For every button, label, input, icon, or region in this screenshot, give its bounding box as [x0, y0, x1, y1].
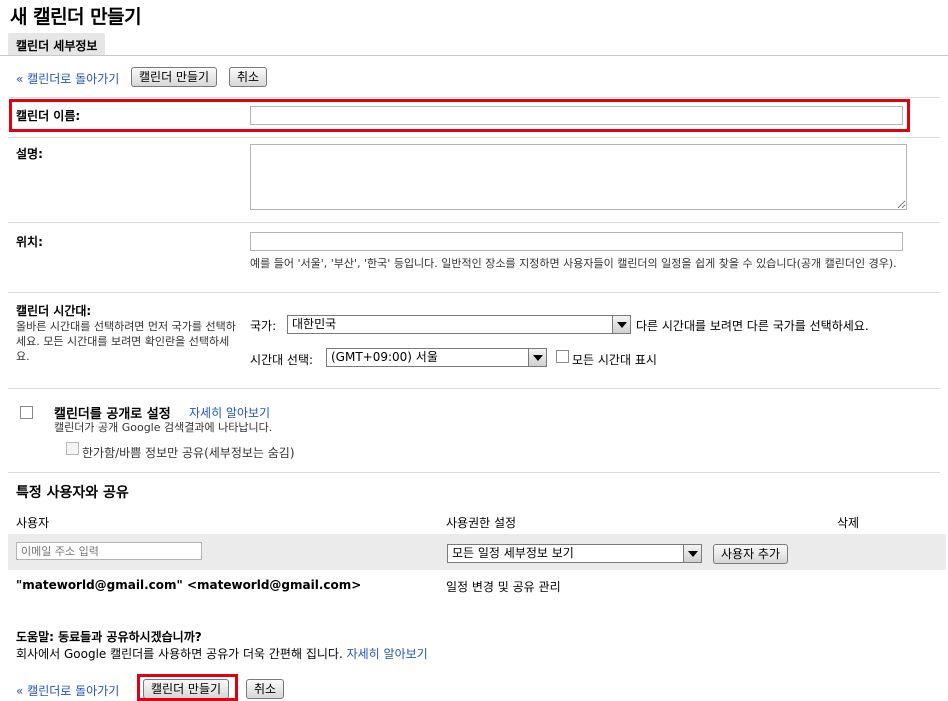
show-all-timezones-label: 모든 시간대 표시 — [572, 353, 657, 367]
freebusy-only-checkbox[interactable] — [66, 442, 79, 455]
help-title: 도움말: 동료들과 공유하시겠습니까? — [16, 630, 202, 644]
divider — [8, 292, 940, 293]
public-calendar-subtext: 캘린더가 공개 Google 검색결과에 나타납니다. — [54, 421, 273, 434]
help-text: 회사에서 Google 캘린더를 사용하면 공유가 더욱 간편해 집니다. 자세… — [16, 645, 428, 662]
dropdown-arrow-icon — [683, 545, 701, 562]
calendar-name-label: 캘린더 이름: — [16, 109, 81, 123]
location-input[interactable] — [250, 232, 903, 251]
timezone-select-value: (GMT+09:00) 서울 — [331, 350, 438, 364]
dropdown-arrow-icon — [528, 349, 546, 366]
description-label: 설명: — [16, 147, 43, 161]
timezone-select-label: 시간대 선택: — [250, 353, 314, 367]
show-all-timezones-checkbox[interactable] — [556, 350, 569, 363]
location-help-text: 예를 들어 '서울', '부산', '한국' 등입니다. 일반적인 장소를 지정… — [250, 257, 897, 270]
cancel-button-bottom[interactable]: 취소 — [246, 679, 285, 699]
tab-divider — [0, 55, 948, 56]
country-select[interactable]: 대한민국 — [287, 315, 631, 334]
calendar-name-input[interactable] — [250, 106, 903, 125]
description-textarea[interactable] — [250, 144, 907, 210]
dropdown-arrow-icon — [612, 316, 630, 333]
timezone-help-text: 올바른 시간대를 선택하려면 먼저 국가를 선택하세요. 모든 시간대를 보려면… — [16, 320, 236, 363]
public-calendar-checkbox[interactable] — [20, 406, 33, 419]
divider — [8, 97, 940, 98]
country-hint-text: 다른 시간대를 보려면 다른 국가를 선택하세요. — [636, 319, 869, 333]
divider — [8, 472, 940, 473]
page-title: 새 캘린더 만들기 — [10, 6, 142, 28]
help-learn-more-link[interactable]: 자세히 알아보기 — [347, 647, 428, 661]
owner-email: "mateworld@gmail.com" <mateworld@gmail.c… — [16, 578, 362, 592]
back-to-calendar-link-bottom[interactable]: « 캘린더로 돌아가기 — [16, 682, 119, 699]
cancel-button-top[interactable]: 취소 — [229, 67, 268, 87]
help-text-body: 회사에서 Google 캘린더를 사용하면 공유가 더욱 간편해 집니다. — [16, 647, 343, 661]
email-input[interactable] — [16, 542, 202, 560]
owner-permission: 일정 변경 및 공유 관리 — [446, 580, 561, 594]
divider — [8, 222, 940, 223]
divider — [8, 388, 940, 389]
add-user-button[interactable]: 사용자 추가 — [713, 544, 789, 564]
share-column-permission: 사용권한 설정 — [446, 516, 517, 530]
back-to-calendar-link[interactable]: « 캘린더로 돌아가기 — [16, 70, 119, 87]
timezone-label: 캘린더 시간대: — [16, 304, 92, 318]
create-calendar-button-bottom[interactable]: 캘린더 만들기 — [143, 679, 230, 699]
permission-select-value: 모든 일정 세부정보 보기 — [452, 546, 574, 560]
country-select-value: 대한민국 — [292, 317, 337, 331]
create-calendar-button-top[interactable]: 캘린더 만들기 — [131, 67, 218, 87]
tab-calendar-details[interactable]: 캘린더 세부정보 — [8, 33, 106, 55]
share-column-delete: 삭제 — [837, 516, 860, 530]
freebusy-only-label: 한가함/바쁨 정보만 공유(세부정보는 숨김) — [82, 446, 295, 460]
permission-select[interactable]: 모든 일정 세부정보 보기 — [447, 544, 702, 563]
share-column-user: 사용자 — [16, 516, 50, 530]
public-learn-more-link[interactable]: 자세히 알아보기 — [189, 404, 270, 421]
timezone-select[interactable]: (GMT+09:00) 서울 — [326, 348, 547, 367]
location-label: 위치: — [16, 235, 43, 249]
share-heading: 특정 사용자와 공유 — [16, 485, 129, 501]
country-label: 국가: — [250, 319, 277, 333]
divider — [8, 137, 940, 138]
